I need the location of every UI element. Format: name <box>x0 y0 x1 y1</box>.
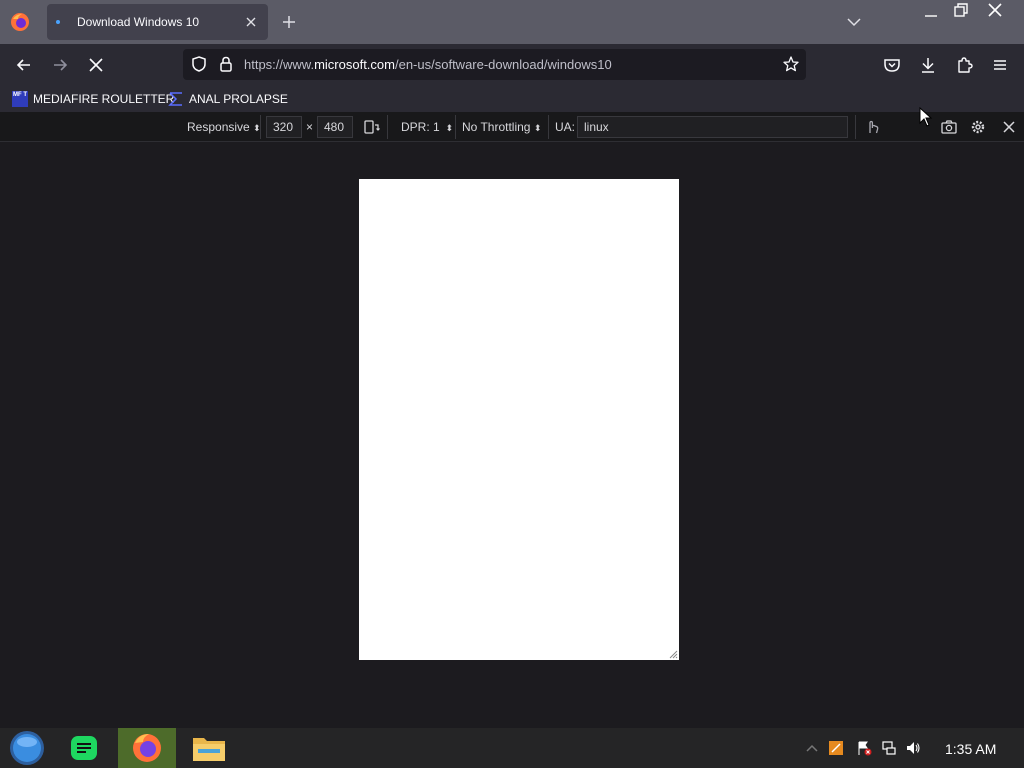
mediafire-favicon-icon: MF T <box>12 91 28 107</box>
dpr-selector-label: DPR: 1 <box>401 120 440 134</box>
tracking-protection-shield-icon[interactable] <box>190 55 208 73</box>
divider <box>455 115 456 139</box>
start-orb-icon[interactable] <box>0 728 58 768</box>
rotate-viewport-icon[interactable] <box>362 118 380 136</box>
navigation-toolbar: https://www.microsoft.com/en-us/software… <box>0 44 1024 86</box>
user-agent-input[interactable]: linux <box>577 116 848 138</box>
device-viewport-frame[interactable] <box>359 179 679 660</box>
firefox-logo-icon[interactable] <box>10 12 30 32</box>
green-notes-app-icon <box>71 736 97 760</box>
new-tab-icon[interactable] <box>280 13 298 31</box>
user-agent-label: UA: <box>555 120 576 134</box>
settings-gear-icon[interactable] <box>969 118 987 136</box>
loading-indicator-icon <box>56 20 60 24</box>
taskbar-app-firefox[interactable] <box>118 728 176 768</box>
show-hidden-icons-chevron-icon[interactable] <box>804 740 820 756</box>
bookmark-star-icon[interactable] <box>782 55 800 73</box>
taskbar-app-notes[interactable] <box>56 728 114 768</box>
forward-arrow-icon[interactable] <box>50 55 70 75</box>
pocket-icon[interactable] <box>882 55 902 75</box>
bookmark-mediafire-rouletter[interactable]: MF T MEDIAFIRE ROULETTER <box>12 90 174 108</box>
tray-app-orange-icon[interactable] <box>828 740 844 756</box>
divider <box>548 115 549 139</box>
updown-arrow-icon: ⬍ <box>533 123 542 133</box>
url-prefix: https://www. <box>244 57 315 72</box>
viewport-width-input[interactable]: 320 <box>266 116 302 138</box>
dpr-selector[interactable]: DPR: 1 ⬍ <box>401 120 453 134</box>
volume-speaker-icon[interactable] <box>905 740 921 756</box>
folder-icon <box>193 738 225 761</box>
touch-simulation-icon[interactable] <box>863 118 881 136</box>
stop-loading-icon[interactable] <box>86 55 106 75</box>
system-taskbar: 1:35 AM <box>0 728 1024 768</box>
bookmark-label: MEDIAFIRE ROULETTER <box>33 92 175 106</box>
network-icon[interactable] <box>881 740 897 756</box>
device-selector[interactable]: Responsive ⬍ <box>187 120 261 134</box>
viewport-resize-handle-icon[interactable] <box>668 649 678 659</box>
updown-arrow-icon: ⬍ <box>443 123 454 133</box>
extensions-icon[interactable] <box>954 55 974 75</box>
throttling-selector-label: No Throttling <box>462 120 531 134</box>
screenshot-camera-icon[interactable] <box>940 118 958 136</box>
restore-window-icon[interactable] <box>952 2 970 18</box>
divider <box>855 115 856 139</box>
bookmark-label: ANAL PROLAPSE <box>189 92 288 106</box>
downloads-icon[interactable] <box>918 55 938 75</box>
tab-strip: Download Windows 10 <box>0 0 1024 44</box>
list-all-tabs-icon[interactable] <box>845 13 863 31</box>
bookmark-second[interactable]: ANAL PROLAPSE <box>168 90 288 108</box>
close-tab-icon[interactable] <box>242 13 260 31</box>
url-host: microsoft.com <box>314 57 395 72</box>
sigma-favicon-icon <box>168 92 182 106</box>
back-arrow-icon[interactable] <box>14 55 34 75</box>
address-bar[interactable]: https://www.microsoft.com/en-us/software… <box>183 49 806 80</box>
minimize-window-icon[interactable] <box>922 4 940 20</box>
rdm-viewport-area <box>0 142 1024 728</box>
tab-active[interactable]: Download Windows 10 <box>47 4 268 40</box>
divider <box>387 115 388 139</box>
mouse-cursor-icon <box>919 107 933 127</box>
tab-title: Download Windows 10 <box>77 15 200 29</box>
bookmarks-toolbar: MF T MEDIAFIRE ROULETTER ANAL PROLAPSE <box>0 86 1024 112</box>
taskbar-app-file-explorer[interactable] <box>180 728 238 768</box>
action-center-flag-icon[interactable] <box>856 740 872 756</box>
throttling-selector[interactable]: No Throttling ⬍ <box>462 120 541 134</box>
hamburger-menu-icon[interactable] <box>990 55 1010 75</box>
divider <box>260 115 261 139</box>
responsive-design-toolbar: Responsive ⬍ 320 × 480 DPR: 1 ⬍ No Throt… <box>0 112 1024 142</box>
close-window-icon[interactable] <box>986 2 1004 18</box>
close-rdm-icon[interactable] <box>1000 118 1018 136</box>
url-path: /en-us/software-download/windows10 <box>394 57 612 72</box>
dimension-times: × <box>306 120 314 134</box>
lock-icon[interactable] <box>217 55 235 73</box>
viewport-height-input[interactable]: 480 <box>317 116 353 138</box>
device-selector-label: Responsive <box>187 120 250 134</box>
taskbar-clock[interactable]: 1:35 AM <box>945 741 996 757</box>
firefox-taskbar-icon <box>133 734 161 762</box>
url-text[interactable]: https://www.microsoft.com/en-us/software… <box>244 57 612 72</box>
